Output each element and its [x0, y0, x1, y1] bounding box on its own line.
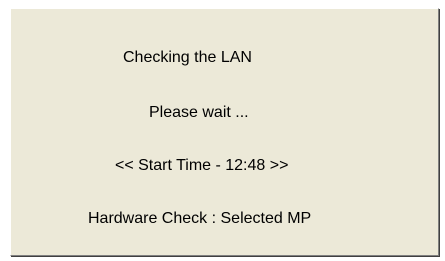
hardware-check-text: Hardware Check : Selected MP: [88, 210, 312, 227]
status-text: Checking the LAN: [123, 49, 252, 66]
wait-text: Please wait ...: [149, 104, 249, 121]
start-time-text: << Start Time - 12:48 >>: [115, 157, 289, 174]
progress-dialog: Checking the LAN Please wait ... << Star…: [10, 8, 439, 256]
